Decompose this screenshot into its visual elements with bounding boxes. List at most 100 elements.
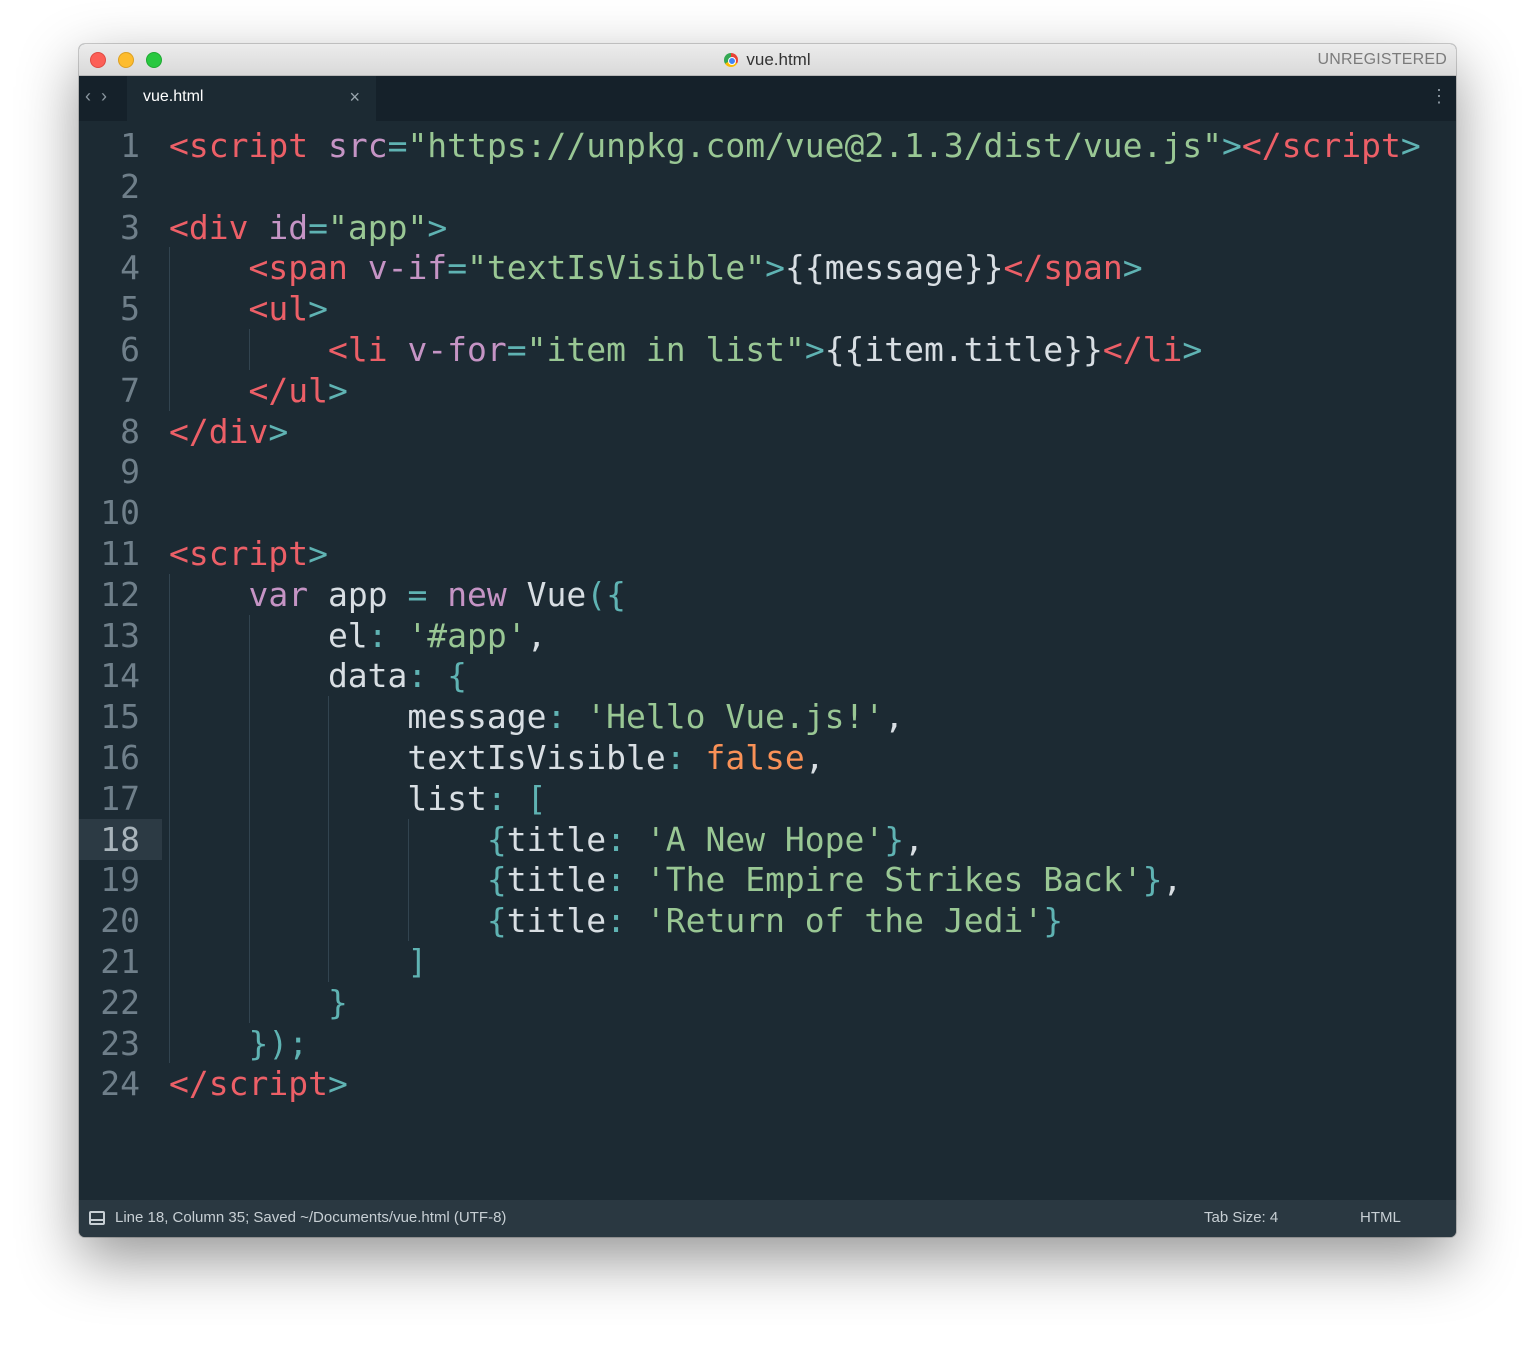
panel-toggle-icon[interactable] [89, 1211, 105, 1225]
code-line[interactable]: 7 </ul> [79, 370, 1456, 411]
code-token: }); [248, 1023, 309, 1063]
code-text: </ul> [169, 370, 348, 410]
code-token: message [169, 697, 547, 737]
title-bar[interactable]: vue.html UNREGISTERED [79, 44, 1456, 76]
window-title: vue.html [746, 50, 811, 69]
code-token: new [447, 574, 507, 614]
code-token: { [447, 656, 468, 696]
code-token: </script [1241, 126, 1401, 165]
code-token: : [486, 778, 507, 818]
code-line[interactable]: 14 data: { [79, 655, 1456, 696]
code-line[interactable]: 13 el: '#app', [79, 615, 1456, 656]
code-token: > [308, 534, 328, 573]
code-token: > [1400, 126, 1421, 165]
code-line[interactable]: 15 message: 'Hello Vue.js!', [79, 696, 1456, 737]
tab-vue-html[interactable]: vue.html × [127, 76, 376, 121]
code-token: : [367, 615, 388, 655]
line-number: 6 [120, 330, 140, 369]
code-token: app [308, 574, 408, 614]
tab-close-icon[interactable]: × [349, 87, 360, 108]
code-line[interactable]: 4 <span v-if="textIsVisible">{{message}}… [79, 247, 1456, 288]
tab-overflow-menu-icon[interactable]: ⋮ [1430, 86, 1448, 107]
line-number: 12 [100, 574, 140, 614]
tab-label: vue.html [143, 88, 204, 105]
indent-guide [328, 696, 330, 982]
code-line[interactable]: 22 } [79, 982, 1456, 1023]
code-token: = [447, 248, 468, 288]
code-token: > [327, 370, 348, 410]
code-token: <script [169, 534, 309, 573]
code-token: > [804, 330, 825, 369]
code-token: <script [169, 126, 309, 165]
code-token: } [1043, 901, 1064, 941]
code-token: el [169, 615, 368, 655]
code-token: , [1162, 860, 1183, 900]
code-line[interactable]: 2 [79, 166, 1456, 207]
code-text: {title: 'A New Hope'}, [169, 820, 924, 859]
code-token: { [486, 819, 507, 859]
tab-size-selector[interactable]: Tab Size: 4 [1204, 1209, 1278, 1226]
code-token: : [665, 738, 686, 777]
code-token: = [387, 126, 408, 165]
code-token: Vue [506, 574, 587, 614]
code-line[interactable]: 6 <li v-for="item in list">{{item.title}… [79, 329, 1456, 370]
code-line[interactable]: 3 <div id="app"> [79, 207, 1456, 248]
code-token: </span [1003, 248, 1123, 288]
line-number: 16 [100, 738, 140, 777]
unregistered-label: UNREGISTERED [1317, 51, 1447, 68]
code-line[interactable]: 8 </div> [79, 411, 1456, 452]
code-token: 'Return of the Jedi' [645, 901, 1044, 941]
code-token: > [427, 207, 448, 247]
code-line[interactable]: 20 {title: 'Return of the Jedi'} [79, 900, 1456, 941]
code-text: ] [169, 942, 427, 981]
code-line[interactable]: 10 [79, 492, 1456, 533]
code-token: textIsVisible [169, 738, 666, 777]
code-token: : [606, 819, 626, 859]
code-token: id [268, 207, 309, 247]
code-line[interactable]: 5 <ul> [79, 288, 1456, 329]
code-line[interactable]: 18 {title: 'A New Hope'}, [79, 818, 1456, 860]
line-number: 14 [100, 656, 140, 696]
code-token: "item in list" [526, 330, 805, 369]
code-token: <li [327, 330, 388, 369]
nav-forward-icon[interactable]: › [101, 86, 107, 107]
tab-bar: ‹ › vue.html × ⋮ [79, 76, 1456, 121]
code-line[interactable]: 1 <script src="https://unpkg.com/vue@2.1.… [79, 125, 1456, 166]
code-line[interactable]: 16 textIsVisible: false, [79, 737, 1456, 778]
line-number: 21 [100, 942, 140, 981]
line-number: 5 [120, 289, 140, 329]
syntax-selector[interactable]: HTML [1360, 1209, 1401, 1226]
code-text: el: '#app', [169, 616, 547, 655]
line-number: 17 [100, 778, 140, 818]
code-token: <span [248, 248, 348, 288]
code-line[interactable]: 23 }); [79, 1023, 1456, 1064]
indent-guide [248, 329, 250, 370]
code-token: > [1182, 330, 1203, 369]
code-text: {title: 'Return of the Jedi'} [169, 901, 1063, 940]
code-token: "https://unpkg.com/vue@2.1.3/dist/vue.js… [407, 126, 1223, 165]
code-line[interactable]: 19 {title: 'The Empire Strikes Back'}, [79, 859, 1456, 900]
code-token: > [1222, 126, 1242, 165]
code-line[interactable]: 12 var app = new Vue({ [79, 574, 1456, 615]
code-text: } [169, 983, 348, 1022]
code-token: = [308, 207, 328, 247]
line-number: 1 [120, 126, 140, 165]
nav-back-icon[interactable]: ‹ [85, 86, 91, 107]
code-token: , [804, 738, 825, 777]
line-number: 18 [100, 819, 140, 859]
code-token: false [705, 738, 805, 777]
code-line[interactable]: 17 list: [ [79, 778, 1456, 819]
code-line[interactable]: 21 ] [79, 941, 1456, 982]
code-editor[interactable]: 1 <script src="https://unpkg.com/vue@2.1.… [79, 121, 1456, 1200]
code-line[interactable]: 9 [79, 451, 1456, 492]
code-token: v-if [367, 248, 448, 288]
code-line[interactable]: 24 </script> [79, 1063, 1456, 1104]
code-token: var [248, 574, 309, 614]
code-line[interactable]: 11 <script> [79, 533, 1456, 574]
